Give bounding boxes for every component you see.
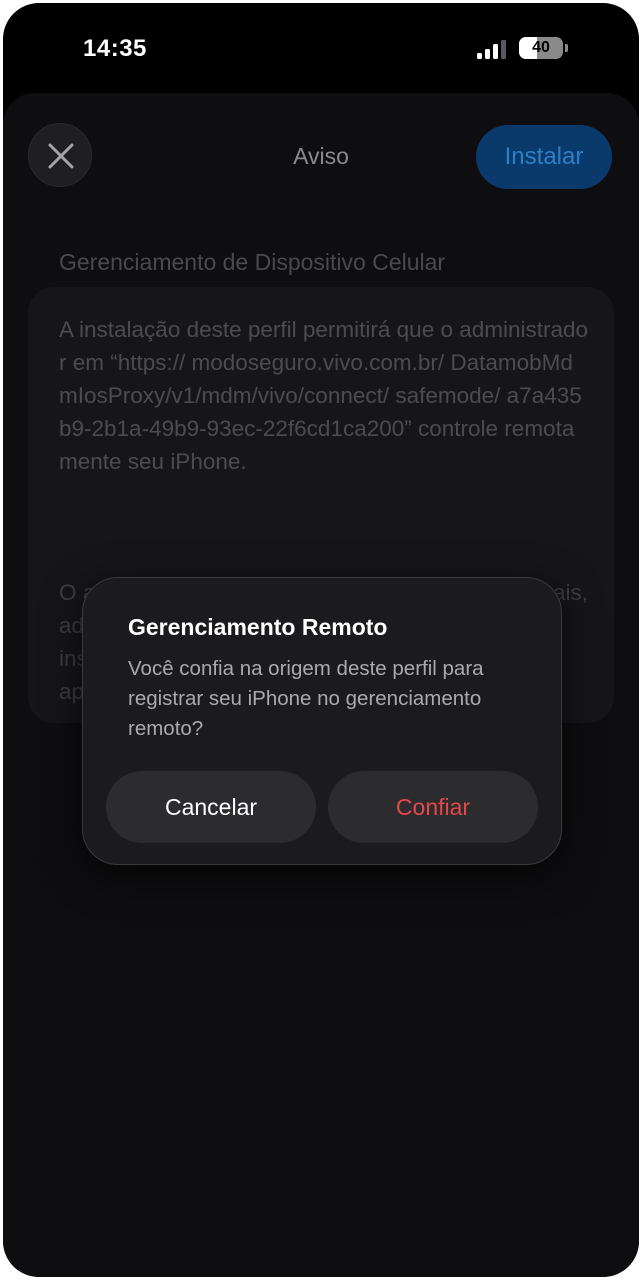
signal-bar — [477, 53, 482, 59]
cancel-button[interactable]: Cancelar — [106, 771, 316, 843]
status-bar: 14:35 40 — [3, 3, 639, 93]
signal-bar — [485, 48, 490, 59]
battery-icon: 40 — [519, 37, 563, 59]
status-time: 14:35 — [83, 35, 147, 62]
battery-cap — [565, 44, 568, 52]
profile-description: A instalação deste perfil permitirá que … — [59, 317, 589, 474]
install-button[interactable]: Instalar — [476, 125, 612, 189]
alert-message: Você confia na origem deste perfil para … — [128, 657, 484, 740]
alert-title: Gerenciamento Remoto — [128, 614, 388, 640]
signal-bar — [493, 44, 498, 59]
trust-button[interactable]: Confiar — [328, 771, 538, 843]
remote-management-alert: Gerenciamento Remoto Você confia na orig… — [82, 577, 562, 865]
section-header: Gerenciamento de Dispositivo Celular — [59, 249, 446, 275]
cellular-signal-icon — [477, 39, 509, 59]
signal-bar — [501, 39, 506, 59]
phone-screen: 14:35 40 Aviso Instalar Gerenciamento de… — [3, 3, 639, 1277]
battery-level: 40 — [532, 39, 550, 56]
